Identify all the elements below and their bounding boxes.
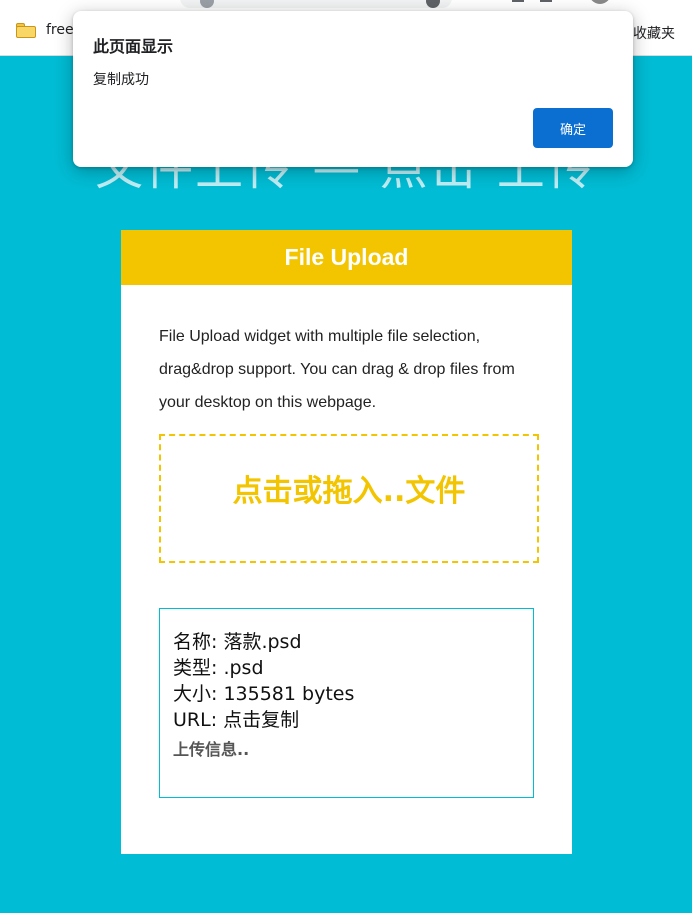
file-info-panel: 名称: 落款.psd 类型: .psd 大小: 135581 bytes URL… bbox=[159, 608, 534, 798]
alert-dialog: 此页面显示 复制成功 确定 bbox=[73, 11, 633, 167]
file-upload-card: File Upload File Upload widget with mult… bbox=[121, 230, 572, 854]
alert-ok-button[interactable]: 确定 bbox=[533, 108, 613, 148]
collections-icon[interactable] bbox=[540, 0, 552, 2]
bookmark-folder-label: free bbox=[46, 22, 74, 38]
folder-icon bbox=[16, 22, 36, 38]
dropzone-label: 点击或拖入..文件 bbox=[232, 474, 466, 509]
file-dropzone[interactable]: 点击或拖入..文件 bbox=[159, 434, 539, 563]
alert-message: 复制成功 bbox=[93, 72, 149, 88]
alert-title: 此页面显示 bbox=[93, 37, 174, 56]
bookmark-folder-free[interactable]: free bbox=[16, 22, 74, 38]
file-name-line: 名称: 落款.psd bbox=[173, 631, 302, 653]
file-type-line: 类型: .psd bbox=[173, 657, 264, 679]
profile-avatar-icon[interactable] bbox=[589, 0, 611, 4]
file-size-line: 大小: 135581 bytes bbox=[173, 683, 355, 705]
address-bar[interactable] bbox=[180, 0, 452, 8]
card-header-title: File Upload bbox=[121, 230, 572, 285]
bookmark-star-icon[interactable] bbox=[512, 0, 524, 2]
other-bookmarks-link[interactable]: 收藏夹 bbox=[633, 23, 675, 43]
upload-status-text: 上传信息.. bbox=[173, 740, 250, 759]
card-description: File Upload widget with multiple file se… bbox=[159, 328, 515, 411]
file-url-copy-link[interactable]: URL: 点击复制 bbox=[173, 707, 520, 733]
